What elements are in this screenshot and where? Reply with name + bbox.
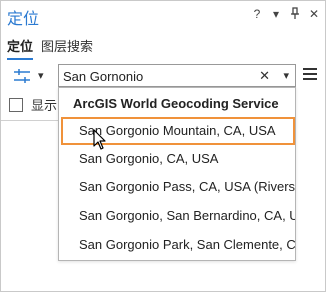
clear-icon[interactable]: ✕	[259, 68, 270, 84]
options-icon[interactable]: ▾	[271, 7, 281, 23]
titlebar-controls: ? ▾ ✕	[252, 7, 319, 23]
show-checkbox[interactable]	[9, 97, 23, 112]
tab-locate[interactable]: 定位	[7, 36, 34, 60]
hamburger-menu-icon[interactable]	[303, 68, 317, 82]
tab-layer-search[interactable]: 图层搜索	[41, 36, 93, 60]
dropdown-header: ArcGIS World Geocoding Service	[73, 96, 279, 111]
close-icon[interactable]: ✕	[309, 7, 319, 23]
suggestions-dropdown: ArcGIS World Geocoding Service San Gorgo…	[58, 87, 296, 261]
chevron-down-icon[interactable]: ▾	[38, 69, 44, 82]
locator-settings-icon[interactable]	[13, 68, 31, 84]
pin-icon[interactable]	[290, 7, 300, 23]
locate-pane: 定位 ? ▾ ✕ 定位 图层搜索 ▾ ✕ ▾	[0, 0, 326, 292]
divider	[1, 120, 58, 121]
pane-titlebar: 定位 ? ▾ ✕	[1, 1, 325, 31]
chevron-down-icon[interactable]: ▾	[283, 69, 289, 82]
show-option-row: 显示	[9, 95, 57, 114]
suggestion-item[interactable]: San Gorgonio Pass, CA, USA (Riverside	[59, 174, 295, 202]
help-icon[interactable]: ?	[252, 7, 262, 23]
show-checkbox-label: 显示	[31, 98, 58, 113]
search-box[interactable]: ✕ ▾	[58, 64, 296, 87]
suggestion-item[interactable]: San Gorgonio, San Bernardino, CA, U	[59, 203, 295, 231]
search-input[interactable]	[63, 68, 243, 84]
pane-title: 定位	[7, 11, 40, 28]
tab-strip: 定位 图层搜索	[7, 36, 93, 60]
suggestion-item[interactable]: San Gorgonio Park, San Clemente, CA	[59, 232, 295, 260]
mouse-cursor-icon	[93, 129, 106, 150]
